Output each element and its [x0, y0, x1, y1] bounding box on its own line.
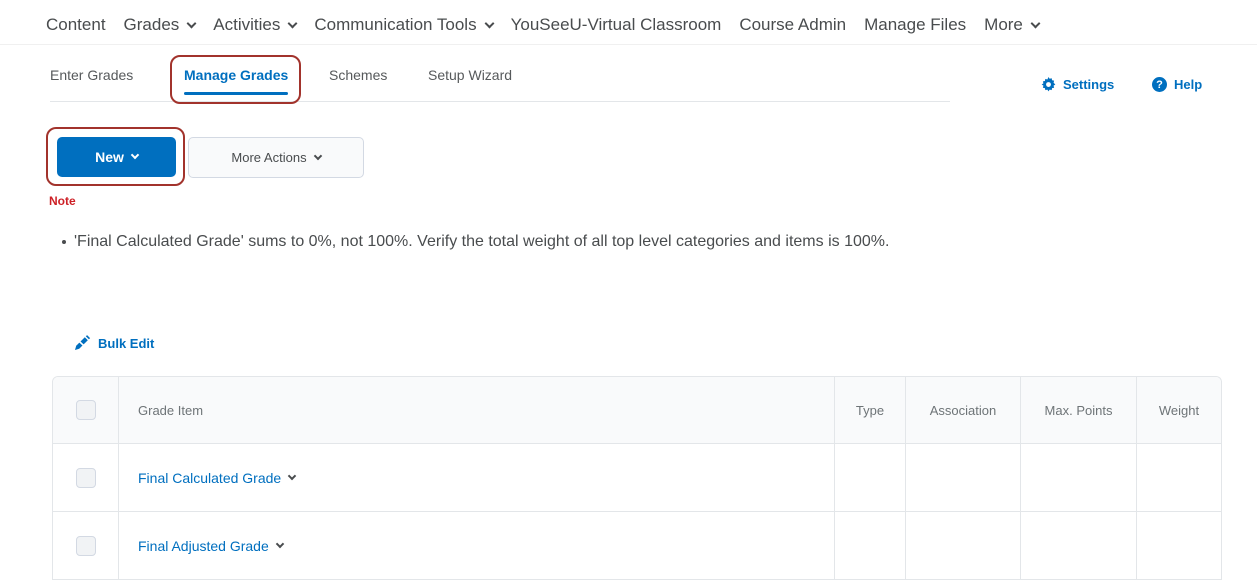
nav-item-label: Grades [123, 15, 180, 34]
weight-cell [1137, 512, 1221, 579]
chevron-down-icon [1030, 18, 1041, 28]
row-select-cell [53, 444, 119, 511]
nav-item-label: More [984, 15, 1023, 34]
nav-item-manage-files[interactable]: Manage Files [864, 15, 966, 35]
bulk-edit-label: Bulk Edit [98, 335, 155, 351]
max-points-cell [1021, 444, 1137, 511]
help-label: Help [1174, 77, 1203, 92]
help-icon: ? [1152, 77, 1167, 92]
grades-subtabs: Enter Grades Manage Grades Schemes Setup… [50, 64, 950, 102]
nav-item-label: YouSeeU-Virtual Classroom [510, 15, 722, 34]
grade-item-name: Final Adjusted Grade [138, 537, 269, 554]
nav-item-label: Content [46, 15, 106, 34]
header-max-points[interactable]: Max. Points [1021, 377, 1137, 443]
header-association[interactable]: Association [906, 377, 1021, 443]
grade-item-name: Final Calculated Grade [138, 469, 282, 486]
nav-item-label: Manage Files [864, 15, 967, 34]
chevron-down-icon [287, 18, 298, 28]
settings-label: Settings [1063, 77, 1115, 92]
header-weight[interactable]: Weight [1137, 377, 1221, 443]
nav-item-activities[interactable]: Activities [213, 15, 298, 35]
tab-schemes[interactable]: Schemes [329, 67, 387, 83]
help-link[interactable]: ? Help [1152, 77, 1202, 92]
grade-item-cell: Final Adjusted Grade [119, 512, 835, 579]
nav-item-communication-tools[interactable]: Communication Tools [314, 15, 495, 35]
nav-item-label: Communication Tools [314, 15, 477, 34]
new-button-label: New [95, 149, 124, 165]
grade-item-cell: Final Calculated Grade [119, 444, 835, 511]
association-cell [906, 512, 1021, 579]
nav-divider [0, 44, 1257, 45]
table-row: Final Calculated Grade [53, 444, 1221, 512]
table-row: Final Adjusted Grade [53, 512, 1221, 580]
note-message: 'Final Calculated Grade' sums to 0%, not… [62, 233, 889, 251]
type-cell [835, 512, 906, 579]
max-points-cell [1021, 512, 1137, 579]
row-checkbox[interactable] [75, 467, 96, 488]
nav-item-grades[interactable]: Grades [123, 15, 197, 35]
select-all-checkbox[interactable] [75, 400, 96, 420]
chevron-down-icon[interactable] [287, 471, 297, 480]
gear-icon [1041, 77, 1056, 92]
chevron-down-icon[interactable] [275, 539, 284, 548]
tab-label: Schemes [329, 67, 388, 83]
chevron-down-icon [130, 150, 140, 160]
note-message-text: 'Final Calculated Grade' sums to 0%, not… [74, 233, 890, 250]
table-header-row: Grade Item Type Association Max. Points … [53, 377, 1221, 444]
type-cell [835, 444, 906, 511]
grade-items-table: Grade Item Type Association Max. Points … [52, 376, 1222, 580]
more-actions-label: More Actions [231, 150, 307, 165]
nav-item-course-admin[interactable]: Course Admin [739, 15, 846, 35]
bullet-icon [62, 239, 66, 244]
header-type[interactable]: Type [835, 377, 906, 443]
weight-cell [1137, 444, 1221, 511]
active-tab-indicator [184, 92, 289, 95]
chevron-down-icon [484, 18, 495, 28]
nav-item-content[interactable]: Content [46, 15, 106, 35]
grade-item-link[interactable]: Final Adjusted Grade [138, 537, 284, 554]
nav-item-label: Activities [213, 15, 281, 34]
chevron-down-icon [313, 151, 322, 160]
settings-link[interactable]: Settings [1041, 77, 1114, 92]
course-navbar: Content Grades Activities Communication … [46, 10, 1257, 40]
tab-setup-wizard[interactable]: Setup Wizard [428, 67, 512, 83]
bulk-edit-link[interactable]: Bulk Edit [74, 335, 154, 351]
tab-label: Setup Wizard [428, 67, 513, 83]
select-all-cell [53, 377, 119, 443]
tab-enter-grades[interactable]: Enter Grades [50, 67, 133, 83]
association-cell [906, 444, 1021, 511]
tab-manage-grades[interactable]: Manage Grades [184, 67, 289, 95]
tab-label: Enter Grades [50, 67, 134, 83]
pencil-icon [74, 335, 91, 351]
row-select-cell [53, 512, 119, 579]
nav-item-more[interactable]: More [984, 15, 1041, 35]
note-label: Note [49, 194, 76, 208]
grade-item-link[interactable]: Final Calculated Grade [138, 469, 297, 486]
tab-label: Manage Grades [184, 67, 289, 83]
row-checkbox[interactable] [75, 535, 96, 556]
nav-item-label: Course Admin [739, 15, 847, 34]
chevron-down-icon [186, 18, 197, 28]
nav-item-youseeu[interactable]: YouSeeU-Virtual Classroom [511, 15, 722, 35]
new-button[interactable]: New [57, 137, 176, 177]
header-grade-item[interactable]: Grade Item [119, 377, 835, 443]
more-actions-button[interactable]: More Actions [188, 137, 364, 178]
